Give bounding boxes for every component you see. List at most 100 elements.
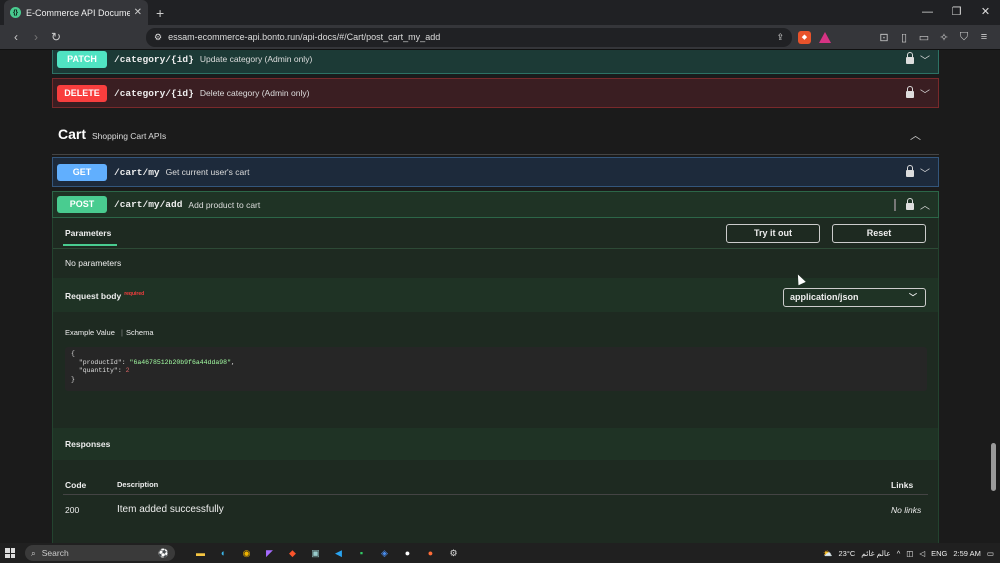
lock-icon[interactable] (906, 86, 914, 98)
section-name: Cart (58, 126, 87, 142)
response-code: 200 (65, 505, 80, 515)
code-line: } (71, 375, 75, 383)
minimize-button[interactable]: — (913, 0, 942, 25)
op-path: /category/{id} (114, 53, 194, 65)
github-icon[interactable]: ● (396, 548, 419, 559)
chevron-down-icon[interactable]: ﹀ (920, 86, 930, 101)
address-bar[interactable]: ⚙ essam-ecommerce-api.bonto.run/api-docs… (146, 27, 792, 47)
tab-close-icon[interactable]: ✕ (134, 7, 142, 18)
scrollbar-thumb[interactable] (991, 443, 996, 491)
postman-icon[interactable]: ● (419, 548, 442, 559)
response-links: No links (891, 505, 922, 515)
json-string: "6a4678512b20b9f6a44dda98" (129, 358, 231, 366)
reload-icon[interactable]: ↻ (46, 30, 66, 44)
op-summary: Get current user's cart (165, 167, 250, 177)
op-path: /cart/my/add (114, 199, 183, 210)
forward-icon[interactable]: › (26, 30, 46, 44)
divider (53, 248, 938, 249)
chevron-down-icon: ﹀ (909, 293, 917, 302)
app-icon[interactable]: ▪ (350, 548, 373, 559)
section-description: Shopping Cart APIs (92, 131, 167, 141)
visual-studio-icon[interactable]: ◤ (258, 548, 281, 559)
back-icon[interactable]: ‹ (6, 30, 26, 44)
content-type-select[interactable]: application/json ﹀ (783, 288, 926, 307)
new-tab-button[interactable]: + (156, 5, 164, 21)
content-type-value: application/json (790, 292, 859, 302)
lock-icon[interactable] (906, 52, 914, 64)
reset-button[interactable]: Reset (832, 224, 926, 243)
weather-icon[interactable]: ⛅ (823, 549, 832, 558)
request-body-label: Request body required (65, 291, 144, 301)
chrome-icon[interactable]: ◉ (235, 548, 258, 559)
op-patch-category[interactable]: PATCH /category/{id} Update category (Ad… (52, 50, 939, 74)
vscode-icon[interactable]: ◀ (327, 548, 350, 559)
op-summary: Update category (Admin only) (199, 54, 313, 64)
schema-tab[interactable]: Schema (126, 328, 154, 337)
example-value-tab[interactable]: Example Value (65, 328, 115, 337)
code-line: { (71, 350, 75, 357)
op-path: /cart/my (114, 166, 160, 178)
chevron-up-icon[interactable]: ^ (897, 549, 901, 558)
response-description: Item added successfully (117, 504, 224, 515)
parameters-tab[interactable]: Parameters (65, 228, 111, 238)
lang-label[interactable]: ENG (931, 549, 947, 558)
brave-shield-icon[interactable]: ◆ (798, 30, 811, 44)
tab-separator: | (121, 328, 123, 337)
clock[interactable]: 2:59 AM (953, 549, 981, 558)
terminal-icon[interactable]: ▣ (304, 548, 327, 559)
volume-icon[interactable]: ◁ (919, 549, 925, 558)
op-post-cart-add[interactable]: POST /cart/my/add Add product to cart ︿ (52, 191, 939, 218)
method-badge: GET (57, 163, 107, 181)
swagger-favicon-icon: {} (10, 7, 21, 18)
url-text: essam-ecommerce-api.bonto.run/api-docs/#… (168, 32, 441, 42)
chevron-up-icon[interactable]: ︿ (910, 127, 921, 143)
chevron-up-icon[interactable]: ︿ (920, 197, 930, 212)
op-path: /category/{id} (114, 87, 194, 99)
search-label: Search (41, 548, 69, 558)
brave-icon[interactable]: ◆ (281, 548, 304, 559)
edge-icon[interactable]: ◐ (212, 548, 235, 559)
tab-title: E-Commerce API Documentation (26, 7, 130, 18)
wallet-icon[interactable]: ▭ (914, 31, 934, 44)
network-icon[interactable]: ◫ (906, 549, 913, 558)
settings-app-icon[interactable]: ⚙ (442, 548, 465, 559)
col-code: Code (65, 480, 87, 490)
chevron-down-icon[interactable]: ﹀ (920, 52, 930, 67)
taskbar-search[interactable]: ⌕ Search ⚽ (25, 545, 175, 561)
page-content: PATCH /category/{id} Update category (Ad… (0, 50, 1000, 543)
divider (63, 494, 928, 495)
restore-button[interactable]: ❐ (942, 0, 971, 25)
try-it-out-button[interactable]: Try it out (726, 224, 820, 243)
cart-section-header[interactable]: Cart Shopping Cart APIs (58, 126, 166, 142)
responses-title: Responses (65, 439, 111, 449)
windows-taskbar: ⌕ Search ⚽ ▬ ◐ ◉ ◤ ◆ ▣ ◀ ▪ ◈ ● ● ⚙ ⛅ 23°… (0, 543, 1000, 563)
site-info-icon[interactable]: ⚙ (154, 32, 162, 43)
code-line: "productId": "6a4678512b20b9f6a44dda98", (78, 358, 235, 366)
json-number: 2 (125, 367, 130, 374)
browser-tab[interactable]: {} E-Commerce API Documentation ✕ (4, 0, 148, 25)
share-icon[interactable]: ⇪ (776, 32, 784, 43)
example-json-code[interactable]: { "productId": "6a4678512b20b9f6a44dda98… (65, 347, 927, 391)
op-delete-category[interactable]: DELETE /category/{id} Delete category (A… (52, 78, 939, 108)
close-window-button[interactable]: ✕ (971, 0, 1000, 25)
request-body-text: Request body (65, 291, 122, 301)
search-icon: ⌕ (31, 547, 36, 558)
leo-icon[interactable]: ✧ (934, 31, 954, 44)
notification-icon[interactable]: ▭ (987, 549, 994, 558)
screenshot-icon[interactable]: ⊡ (874, 31, 894, 44)
code-line: "quantity": 2 (78, 367, 130, 374)
brave-rewards-icon[interactable] (819, 31, 831, 43)
lock-icon[interactable] (906, 165, 914, 177)
file-explorer-icon[interactable]: ▬ (189, 548, 212, 559)
menu-icon[interactable]: ≡ (974, 31, 994, 44)
parameters-tab-indicator (63, 244, 117, 246)
op-post-body: Parameters Try it out Reset No parameter… (52, 218, 939, 543)
vpn-icon[interactable]: ⛉ (954, 31, 974, 44)
lock-icon[interactable] (906, 197, 914, 210)
op-get-cart[interactable]: GET /cart/my Get current user's cart ﹀ (52, 157, 939, 187)
method-badge: POST (57, 196, 107, 213)
windows-start-icon[interactable] (5, 548, 15, 558)
bluetooth-app-icon[interactable]: ◈ (373, 548, 396, 559)
sidebar-icon[interactable]: ▯ (894, 31, 914, 44)
chevron-down-icon[interactable]: ﹀ (920, 165, 930, 180)
